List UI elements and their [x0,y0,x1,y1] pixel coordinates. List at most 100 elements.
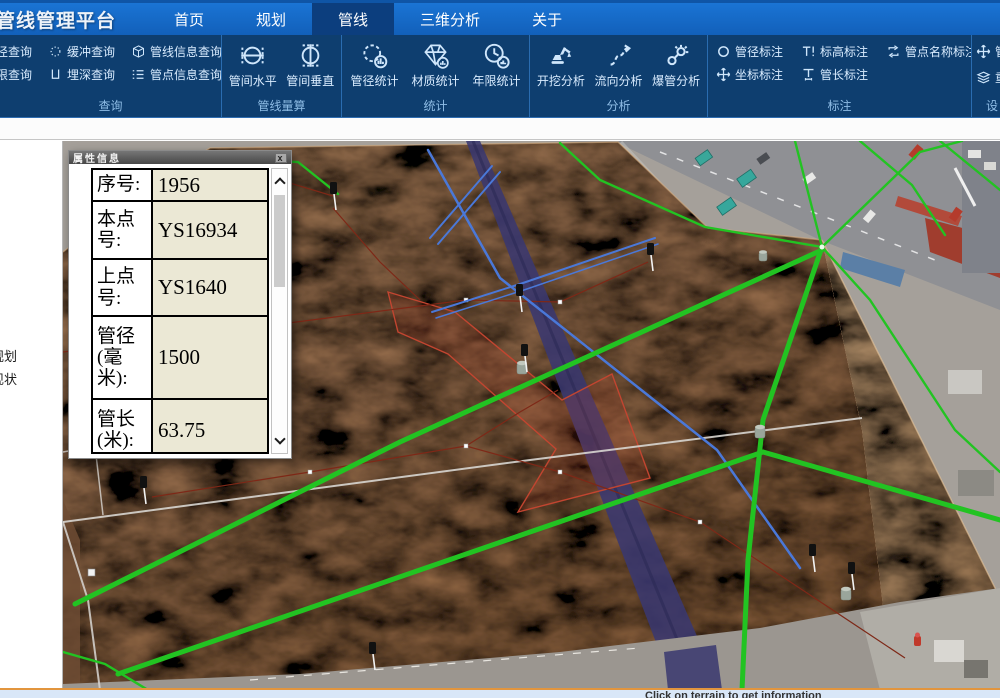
diameter-stats-icon [361,42,388,69]
layer-item-planning[interactable]: 规划 [0,346,17,365]
item-label: 标高标注 [820,43,868,60]
depth-query-icon [48,67,63,82]
ribbon: 径查询 缓冲查询 管线信息查询 限查询 埋深查询 管点信息查询 查询 管间水平 … [0,35,1000,118]
length-label-button[interactable]: 管长标注 [801,66,868,83]
item-label: 埋深查询 [67,66,115,83]
ribbon-row: 重 [972,63,1000,89]
property-dialog-body: 序号: 1956 本点号: YS16934 上点号: YS1640 管径(毫米)… [69,164,291,454]
field-label: 管径(毫米): [93,317,153,398]
pipeline-info-query-button[interactable]: 管线信息查询 [131,43,222,60]
table-row: 序号: 1956 [93,170,267,202]
buffer-query-button[interactable]: 缓冲查询 [48,43,115,60]
material-stats-button[interactable]: 材质统计 [407,42,465,89]
property-dialog-title: 属性信息 [73,150,121,165]
field-value: YS16934 [153,202,267,258]
layers-button[interactable]: 重 [976,69,1000,86]
pipe-vertical-button[interactable]: 管间垂直 [282,42,340,89]
group-label-labeling: 标注 [708,96,971,117]
property-dialog-titlebar[interactable]: 属性信息 x [69,151,291,164]
table-row: 上点号: YS1640 [93,260,267,317]
layer-item-current[interactable]: 现状 [0,369,17,388]
burst-analysis-button[interactable]: 爆管分析 [647,42,705,89]
item-label: 缓冲查询 [67,43,115,60]
flow-analysis-button[interactable]: 流向分析 [590,42,648,89]
field-value: YS1640 [153,260,267,315]
diameter-stats-button[interactable]: 管径统计 [346,42,404,89]
ribbon-group-stats: 管径统计 材质统计 年限统计 统计 [342,35,530,117]
item-label: 材质统计 [411,72,459,89]
field-label: 管长(米): [93,400,153,454]
pipe-vertical-icon [297,42,324,69]
table-row: 管长(米): 63.75 [93,400,267,454]
ribbon-row: 限查询 埋深查询 管点信息查询 [0,63,221,86]
pan-icon [976,44,991,59]
burst-analysis-icon [663,42,690,69]
ribbon-row: 管径统计 材质统计 年限统计 [342,40,529,91]
depth-query-button[interactable]: 埋深查询 [48,66,115,83]
coordinate-label-icon [716,67,731,82]
excavation-analysis-button[interactable]: 开挖分析 [532,42,590,89]
item-label: 管长标注 [820,66,868,83]
point-info-query-button[interactable]: 管点信息查询 [131,66,222,83]
3d-viewport[interactable]: 属性信息 x 序号: 1956 本点号: YS16934 上点号: YS1640 [63,141,1000,690]
pan-label-button[interactable]: 管 [976,43,1000,60]
ribbon-group-query: 径查询 缓冲查询 管线信息查询 限查询 埋深查询 管点信息查询 查询 [0,35,222,117]
buffer-query-icon [48,44,63,59]
main-area: 规划 现状 [0,141,1000,690]
menu-pipeline[interactable]: 管线 [312,3,394,35]
ribbon-row: 管间水平 管间垂直 [222,40,341,91]
ribbon-row: 开挖分析 流向分析 爆管分析 [530,40,707,91]
menu-about[interactable]: 关于 [506,3,588,35]
scroll-down-icon[interactable] [274,433,285,444]
field-label: 本点号: [93,202,153,258]
material-stats-icon [422,42,449,69]
ribbon-row: 管 [972,40,1000,63]
diameter-label-button[interactable]: 管径标注 [716,43,783,60]
menu-3d-analysis[interactable]: 三维分析 [394,3,506,35]
property-table: 序号: 1956 本点号: YS16934 上点号: YS1640 管径(毫米)… [91,168,269,454]
group-label-stats: 统计 [342,96,529,117]
item-label: 管径标注 [735,43,783,60]
ribbon-group-labeling: 管径标注 标高标注 管点名称标注 坐标标注 管长标注 标注 [708,35,972,117]
ribbon-group-settings: 管 重 设 [972,35,1000,117]
group-label-query: 查询 [0,96,221,117]
close-icon[interactable]: x [275,153,287,163]
field-label: 上点号: [93,260,153,315]
pipe-junction-node [820,245,825,250]
item-label: 限查询 [0,66,32,83]
fire-hydrant-marker [914,633,921,647]
ribbon-group-analysis: 开挖分析 流向分析 爆管分析 分析 [530,35,708,117]
table-row: 本点号: YS16934 [93,202,267,260]
item-label: 管 [995,43,1000,60]
field-label: 序号: [93,170,153,200]
menu-home[interactable]: 首页 [148,3,230,35]
item-label: 管径统计 [350,72,398,89]
ribbon-row: 坐标标注 管长标注 [708,63,971,86]
item-label: 爆管分析 [652,72,700,89]
layers-icon [976,70,991,85]
scroll-up-icon[interactable] [274,177,285,188]
status-bar: Click on terrain to get information [0,688,1000,698]
age-stats-button[interactable]: 年限统计 [468,42,526,89]
app-title: 管线管理平台 [0,3,148,35]
group-label-settings: 设 [972,96,1000,117]
coordinate-label-button[interactable]: 坐标标注 [716,66,783,83]
group-label-analysis: 分析 [530,96,707,117]
elevation-label-button[interactable]: 标高标注 [801,43,868,60]
item-label: 管点信息查询 [150,66,222,83]
group-label-measure: 管线量算 [222,96,341,117]
radius-query-button[interactable]: 径查询 [0,43,32,60]
point-info-icon [131,67,146,82]
flow-analysis-icon [605,42,632,69]
field-value: 63.75 [153,400,267,454]
item-label: 径查询 [0,43,32,60]
dialog-scrollbar[interactable] [271,168,288,454]
menubar: 管线管理平台 首页 规划 管线 三维分析 关于 [0,0,1000,35]
menu-planning[interactable]: 规划 [230,3,312,35]
pipe-horizontal-button[interactable]: 管间水平 [224,42,282,89]
scroll-thumb[interactable] [274,195,285,287]
point-name-label-button[interactable]: 管点名称标注 [886,43,972,60]
item-label: 重 [995,69,1000,86]
property-dialog[interactable]: 属性信息 x 序号: 1956 本点号: YS16934 上点号: YS1640 [68,150,292,459]
limit-query-button[interactable]: 限查询 [0,66,32,83]
